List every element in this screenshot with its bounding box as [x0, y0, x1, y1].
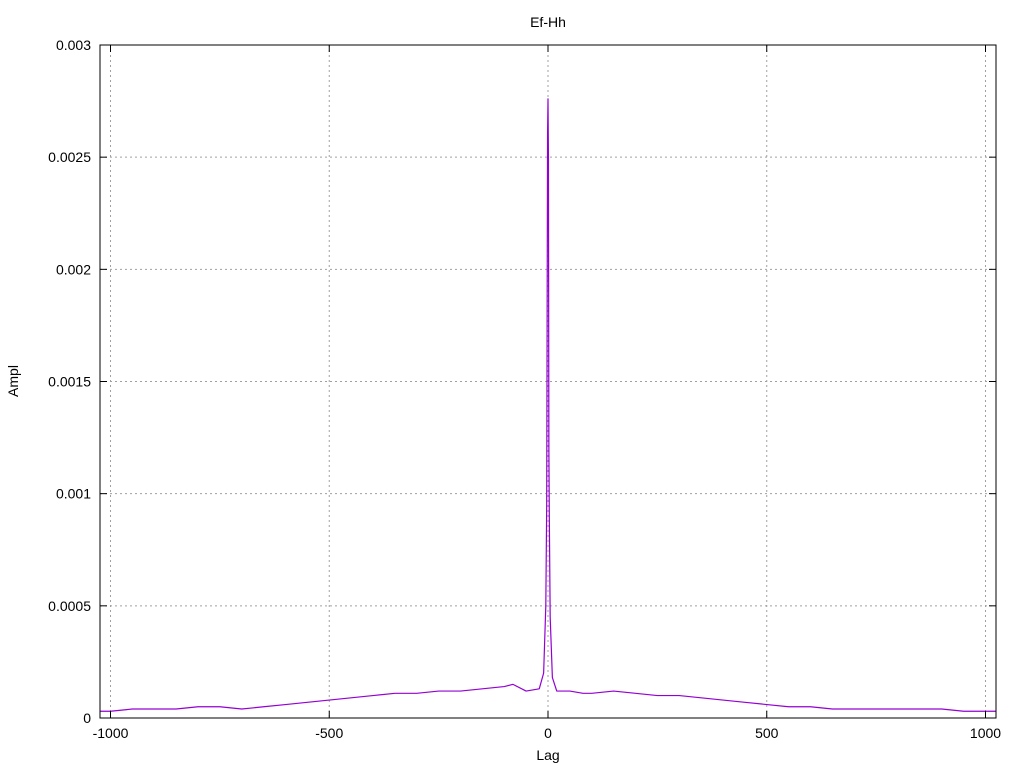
y-tick-label: 0.002	[56, 261, 91, 277]
chart-title: Ef-Hh	[530, 14, 566, 30]
x-tick-label: -1000	[93, 725, 129, 741]
y-tick-label: 0.001	[56, 486, 91, 502]
x-tick-label: -500	[315, 725, 343, 741]
y-tick-label: 0.0025	[48, 149, 91, 165]
tick-labels: 0 0.0005 0.001 0.0015 0.002 0.0025 0.003 -1000 -…	[48, 37, 1001, 741]
y-tick-label: 0.0015	[48, 374, 91, 390]
x-tick-label: 1000	[970, 725, 1001, 741]
y-tick-label: 0.003	[56, 37, 91, 53]
chart-plot: Ef-Hh 0 0.0005 0.001 0.0015 0.002 0.0025 0.003…	[5, 14, 1001, 763]
x-tick-label: 500	[755, 725, 779, 741]
y-axis-title: Ampl	[5, 365, 21, 397]
y-tick-label: 0	[83, 710, 91, 726]
y-tick-label: 0.0005	[48, 598, 91, 614]
x-tick-label: 0	[544, 725, 552, 741]
x-axis-title: Lag	[536, 747, 559, 763]
